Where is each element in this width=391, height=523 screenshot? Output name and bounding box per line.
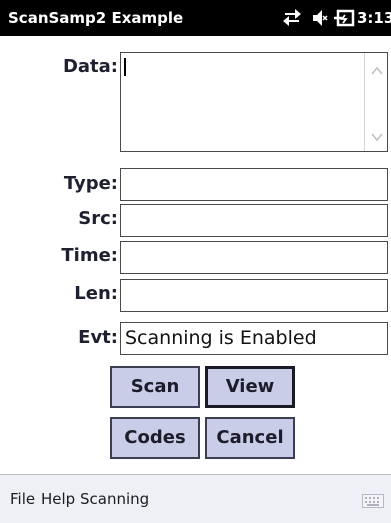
src-field[interactable]	[120, 204, 388, 237]
connectivity-icon[interactable]	[281, 8, 303, 28]
cancel-button[interactable]: Cancel	[205, 417, 295, 459]
len-field[interactable]	[120, 279, 388, 312]
scroll-down-icon[interactable]	[369, 129, 385, 145]
text-caret	[124, 58, 126, 76]
menu-help[interactable]: Help	[41, 490, 75, 508]
menu-file[interactable]: File	[10, 490, 35, 508]
type-label: Type:	[63, 173, 118, 194]
title-bar: ScanSamp2 Example 3:13	[0, 0, 391, 36]
data-scrollbar[interactable]	[364, 53, 387, 151]
time-field[interactable]	[120, 241, 388, 274]
codes-button-label: Codes	[124, 427, 186, 448]
app-title: ScanSamp2 Example	[8, 9, 184, 27]
clock: 3:13	[357, 9, 391, 27]
cancel-button-label: Cancel	[216, 427, 284, 448]
src-label: Src:	[78, 208, 118, 229]
menu-bar: File Help Scanning	[0, 475, 391, 523]
len-label: Len:	[74, 283, 118, 304]
type-field[interactable]	[120, 168, 388, 201]
time-label: Time:	[61, 245, 118, 266]
speaker-muted-icon[interactable]	[311, 8, 329, 28]
evt-value: Scanning is Enabled	[125, 327, 317, 349]
evt-field[interactable]: Scanning is Enabled	[120, 322, 388, 355]
menu-scanning[interactable]: Scanning	[80, 490, 149, 508]
keyboard-icon[interactable]	[362, 494, 384, 508]
scroll-up-icon[interactable]	[369, 63, 385, 79]
scan-button[interactable]: Scan	[110, 366, 200, 408]
data-label: Data:	[62, 56, 118, 77]
evt-label: Evt:	[78, 327, 118, 348]
data-textarea[interactable]	[120, 52, 388, 152]
scan-button-label: Scan	[130, 376, 180, 397]
battery-charging-icon[interactable]	[333, 8, 355, 28]
view-button[interactable]: View	[205, 366, 295, 408]
codes-button[interactable]: Codes	[110, 417, 200, 459]
view-button-label: View	[225, 376, 275, 397]
